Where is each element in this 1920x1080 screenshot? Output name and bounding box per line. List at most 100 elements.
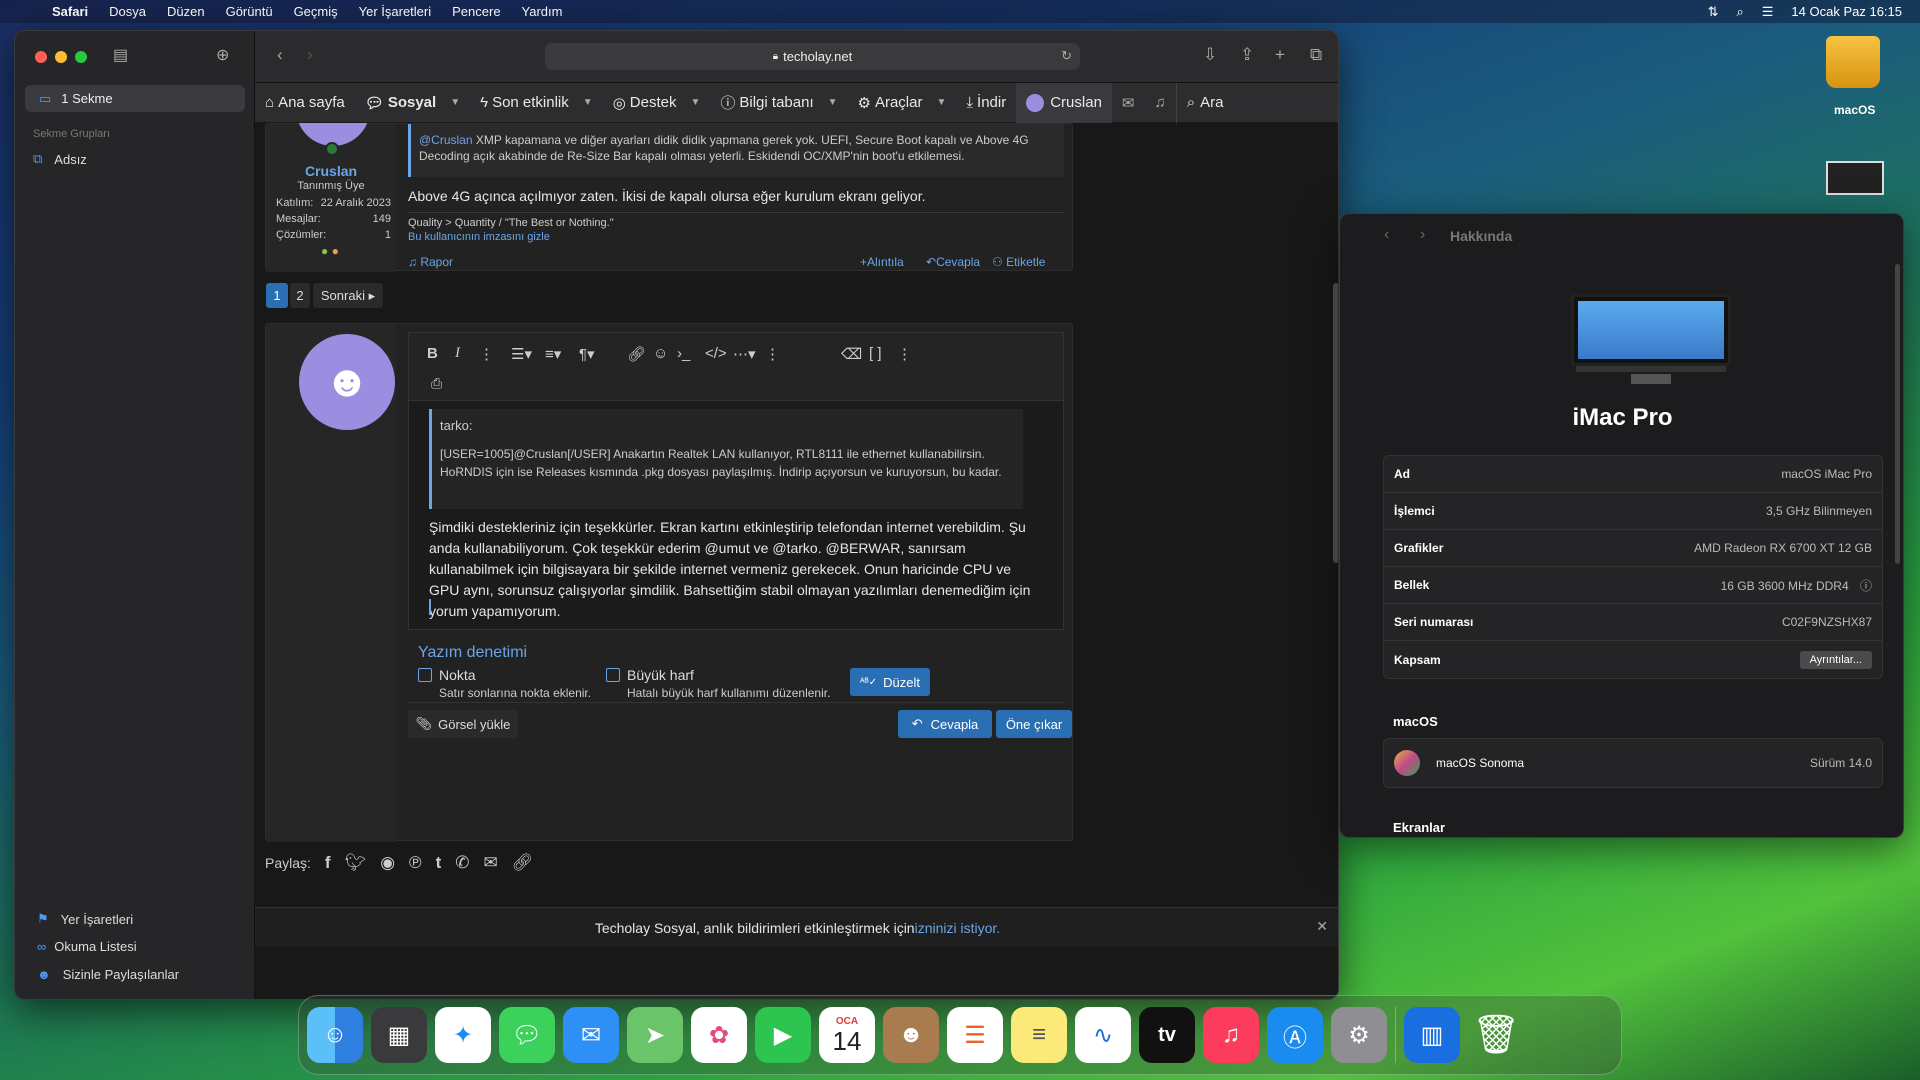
spotlight-search-icon[interactable]: ⌕	[1736, 4, 1743, 20]
more-insert-icon[interactable]: ⋯▾	[733, 345, 756, 363]
permission-link[interactable]: izninizi istiyor.	[915, 920, 1001, 936]
maps-icon[interactable]: ➤	[627, 1007, 683, 1063]
nav-knowledge-base[interactable]: ⓘ Bilgi tabanı ▼	[710, 83, 847, 123]
sidebar-item-bookmarks[interactable]: ⚑ Yer İşaretleri	[37, 911, 133, 927]
align-icon[interactable]: ≡▾	[545, 345, 561, 363]
new-tab-icon[interactable]: +	[1275, 45, 1285, 65]
tab-overview-icon[interactable]: ⧉	[1310, 45, 1322, 65]
italic-icon[interactable]: I	[455, 345, 460, 362]
code-block-icon[interactable]: </>	[705, 345, 727, 362]
new-tab-group-icon[interactable]: ⊕	[216, 45, 229, 65]
drive-icon[interactable]	[1826, 36, 1884, 94]
sidebar-toggle-icon[interactable]: ▤	[113, 45, 128, 65]
reload-icon[interactable]: ↻	[1061, 48, 1072, 64]
minimize-window-button[interactable]	[55, 51, 67, 63]
quote-mention[interactable]: @Cruslan	[419, 133, 473, 147]
editor-text[interactable]: Şimdiki destekleriniz için teşekkürler. …	[429, 517, 1039, 622]
facebook-icon[interactable]: f	[325, 853, 331, 873]
nav-user-profile[interactable]: Cruslan	[1016, 82, 1112, 123]
nav-social[interactable]: 💬︎ Sosyal ▼	[355, 83, 470, 123]
apple-tv-icon[interactable]: tv	[1139, 1007, 1195, 1063]
menu-app[interactable]: Safari	[52, 4, 88, 19]
submit-reply-button[interactable]: ↶ Cevapla	[898, 710, 992, 738]
menu-help[interactable]: Yardım	[522, 4, 563, 19]
details-button[interactable]: Ayrıntılar...	[1799, 650, 1872, 669]
whatsapp-icon[interactable]: ✆	[455, 853, 469, 873]
capitalize-checkbox[interactable]	[606, 668, 620, 682]
share-icon[interactable]: ⇪	[1240, 45, 1254, 65]
system-settings-icon[interactable]: ⚙	[1331, 1007, 1387, 1063]
period-checkbox[interactable]	[418, 668, 432, 682]
screen-time-app-icon[interactable]: ▥	[1404, 1007, 1460, 1063]
menu-window[interactable]: Pencere	[452, 4, 500, 19]
menu-bookmarks[interactable]: Yer İşaretleri	[359, 4, 432, 19]
music-icon[interactable]: ♫	[1203, 1007, 1259, 1063]
page-2-button[interactable]: 2	[290, 283, 310, 308]
menu-history[interactable]: Geçmiş	[294, 4, 338, 19]
finder-icon[interactable]: ☺	[307, 1007, 363, 1063]
info-icon[interactable]: ⓘ	[1860, 579, 1872, 593]
email-icon[interactable]: ✉	[483, 853, 497, 873]
reminders-icon[interactable]: ☰	[947, 1007, 1003, 1063]
nav-download[interactable]: ⤓ İndir	[956, 83, 1016, 123]
paragraph-icon[interactable]: ¶▾	[579, 345, 595, 363]
chevron-down-icon[interactable]: ▼	[690, 97, 700, 108]
tag-button[interactable]: ⚇ Etiketle	[992, 255, 1045, 269]
launchpad-icon[interactable]: ▦	[371, 1007, 427, 1063]
facetime-icon[interactable]: ▶	[755, 1007, 811, 1063]
freeform-icon[interactable]: ∿	[1075, 1007, 1131, 1063]
bbcode-toggle-icon[interactable]: [ ]	[869, 345, 882, 362]
list-icon[interactable]: ☰▾	[511, 345, 532, 363]
app-store-icon[interactable]: Ⓐ	[1267, 1007, 1323, 1063]
more-options-icon[interactable]: ⋮	[479, 345, 494, 363]
hide-signature-link[interactable]: Bu kullanıcının imzasını gizle	[408, 231, 550, 243]
zoom-window-button[interactable]	[75, 51, 87, 63]
twitter-icon[interactable]: 🐦︎	[345, 853, 367, 873]
post-username[interactable]: Cruslan	[266, 163, 396, 179]
mail-icon[interactable]: ✉	[563, 1007, 619, 1063]
nav-alerts[interactable]: ♫	[1144, 83, 1175, 123]
nav-inbox[interactable]: ✉	[1112, 83, 1145, 123]
nav-support[interactable]: ◎ Destek ▼	[603, 83, 711, 123]
nav-search[interactable]: ⌕ Ara	[1175, 82, 1234, 123]
messages-icon[interactable]: 💬︎	[499, 1007, 555, 1063]
chevron-down-icon[interactable]: ▼	[828, 97, 838, 108]
control-center-icon[interactable]: ☰	[1762, 4, 1774, 20]
more-options-icon[interactable]: ⋮	[765, 345, 780, 363]
trash-icon[interactable]: 🗑︎	[1468, 1007, 1524, 1063]
pinterest-icon[interactable]: ℗	[409, 853, 422, 873]
bold-icon[interactable]: B	[427, 345, 438, 362]
eraser-icon[interactable]: ⌫	[841, 345, 862, 363]
scrollbar[interactable]	[1895, 264, 1900, 564]
preview-button[interactable]: Öne çıkar	[996, 710, 1072, 738]
reply-button[interactable]: ↶Cevapla	[926, 255, 980, 269]
forward-icon[interactable]: ›	[1420, 226, 1425, 244]
chevron-down-icon[interactable]: ▼	[583, 97, 593, 108]
nav-recent[interactable]: ϟ Son etkinlik ▼	[470, 83, 603, 123]
chevron-down-icon[interactable]: ▼	[450, 97, 460, 108]
code-inline-icon[interactable]: ›_	[677, 345, 690, 362]
emoji-icon[interactable]: ☺	[653, 345, 668, 362]
upload-image-button[interactable]: 📎︎ Görsel yükle	[408, 710, 518, 738]
link-icon[interactable]: 🔗︎	[512, 853, 534, 873]
notes-icon[interactable]: ≡	[1011, 1007, 1067, 1063]
safari-icon[interactable]: ✦	[435, 1007, 491, 1063]
url-bar[interactable]: 🔒︎ techolay.net ↻	[545, 43, 1080, 70]
nav-tools[interactable]: ⚙ Araçlar ▼	[848, 83, 957, 123]
next-page-button[interactable]: Sonraki ▸	[313, 283, 383, 308]
photos-icon[interactable]: ✿	[691, 1007, 747, 1063]
close-window-button[interactable]	[35, 51, 47, 63]
page-1-button[interactable]: 1	[266, 283, 288, 308]
sidebar-item-tabs[interactable]: ▭ 1 Sekme	[25, 85, 245, 112]
preview-icon[interactable]: ⎙	[431, 375, 442, 392]
chevron-down-icon[interactable]: ▼	[936, 97, 946, 108]
sidebar-item-untitled-group[interactable]: ⧉ Adsız	[33, 151, 87, 167]
back-icon[interactable]: ‹	[277, 45, 283, 65]
downloads-icon[interactable]: ⇩	[1203, 45, 1217, 65]
menu-view[interactable]: Görüntü	[226, 4, 273, 19]
close-icon[interactable]: ✕	[1316, 918, 1328, 935]
rich-text-editor[interactable]: B I ⋮ ☰▾ ≡▾ ¶▾ 🔗︎ ☺ ›_ </> ⋯▾ ⋮ ⌫ [ ] ⋮ …	[408, 332, 1064, 630]
report-link[interactable]: ♫ Rapor	[408, 255, 453, 269]
link-icon[interactable]: 🔗︎	[627, 345, 646, 363]
sidebar-item-reading-list[interactable]: ∞ Okuma Listesi	[37, 939, 137, 954]
